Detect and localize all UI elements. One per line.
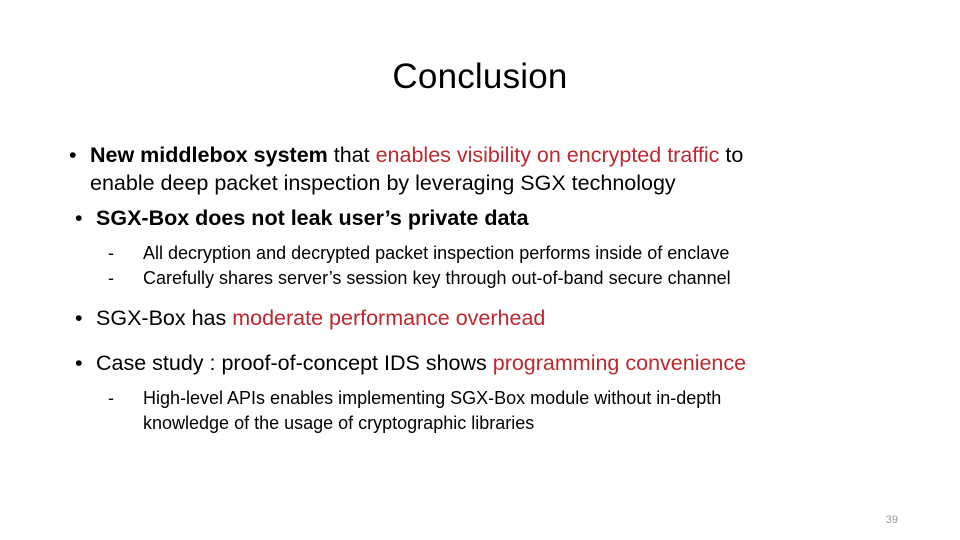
sub-bullet-all-decryption: - All decryption and decrypted packet in… <box>56 241 912 266</box>
dash-marker-icon: - <box>108 268 114 288</box>
bullet1-emphasis-text: New middlebox system <box>90 143 328 167</box>
bullet-item-overhead: • SGX-Box has moderate performance overh… <box>56 304 912 332</box>
bullet1-line2-text: enable deep packet inspection by leverag… <box>90 171 676 195</box>
sub-bullet-high-level-apis-continuation: knowledge of the usage of cryptographic … <box>56 411 912 436</box>
bullet-marker-icon: • <box>69 143 77 167</box>
bullet1-highlight-text: enables visibility on encrypted traffic <box>375 143 720 167</box>
dash-marker-icon: - <box>108 243 114 263</box>
bullet4-plain-text: Case study : proof-of-concept IDS shows <box>96 351 493 375</box>
sub-bullet-high-level-apis: - High-level APIs enables implementing S… <box>56 386 912 411</box>
page-title: Conclusion <box>392 57 568 96</box>
bullet1-plain-text-a: that <box>327 143 376 167</box>
bullet3-highlight-text: moderate performance overhead <box>232 306 546 330</box>
bullet-item-new-middlebox: • New middlebox system that enables visi… <box>56 141 912 169</box>
bullet2-text: SGX-Box does not leak user’s private dat… <box>96 206 529 230</box>
slide-canvas: Conclusion • New middlebox system that e… <box>0 0 960 540</box>
bullet-marker-icon: • <box>75 351 83 375</box>
sub-bullet-high-level-apis-text: High-level APIs enables implementing SGX… <box>143 388 722 408</box>
bullet-item-no-leak: • SGX-Box does not leak user’s private d… <box>56 204 912 232</box>
bullet-item-case-study: • Case study : proof-of-concept IDS show… <box>56 349 912 377</box>
sub-bullet-all-decryption-text: All decryption and decrypted packet insp… <box>143 243 730 263</box>
bullet4-highlight-text: programming convenience <box>492 351 747 375</box>
bullet-item-new-middlebox-continuation: enable deep packet inspection by leverag… <box>56 169 912 197</box>
sub-bullet-session-key: - Carefully shares server’s session key … <box>56 266 912 291</box>
bullet1-plain-text-b: to <box>719 143 744 167</box>
sub-bullet-session-key-text: Carefully shares server’s session key th… <box>143 268 731 288</box>
slide-body: • New middlebox system that enables visi… <box>56 141 912 436</box>
sub-bullet-high-level-apis-text-line2: knowledge of the usage of cryptographic … <box>143 413 535 433</box>
slide-number: 39 <box>885 514 898 526</box>
bullet3-plain-text: SGX-Box has <box>96 306 233 330</box>
dash-marker-icon: - <box>108 388 114 408</box>
bullet-marker-icon: • <box>75 306 83 330</box>
bullet-marker-icon: • <box>75 206 83 230</box>
